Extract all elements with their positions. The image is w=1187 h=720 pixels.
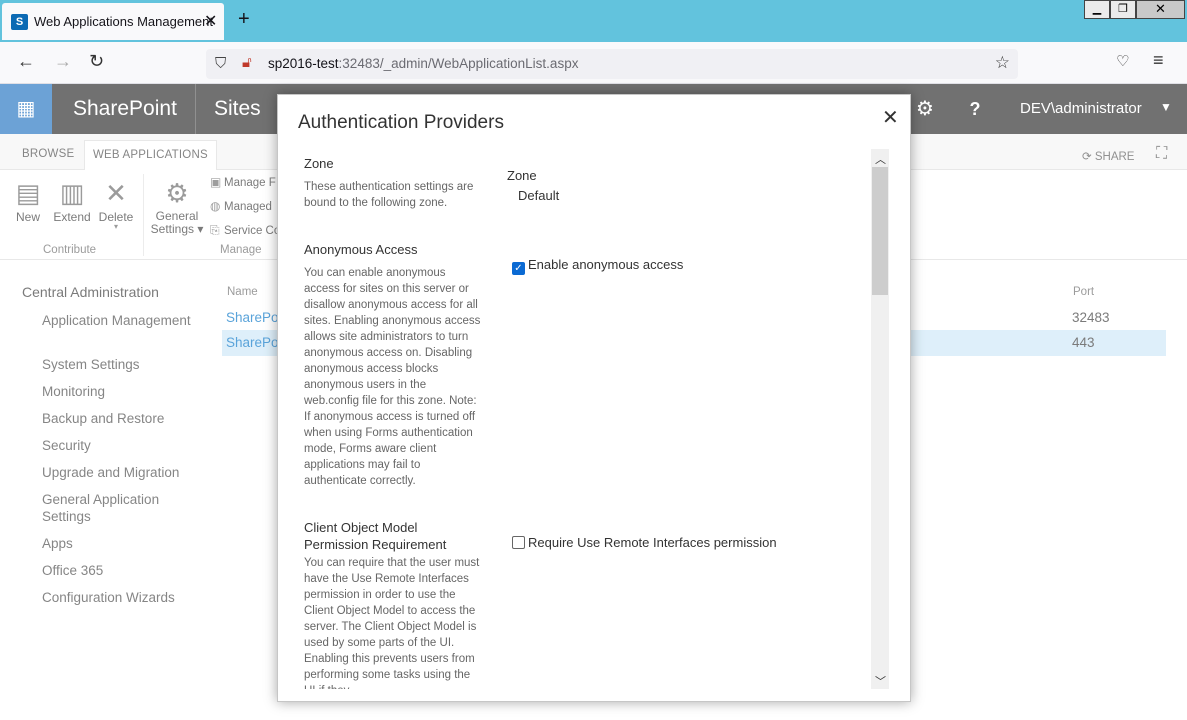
- insecure-lock-icon[interactable]: 🔓︎: [242, 54, 252, 71]
- window-controls: ▁ ❐ ✕: [1084, 0, 1187, 20]
- tab-close-icon[interactable]: ✕: [204, 11, 217, 31]
- hamburger-menu-icon[interactable]: ≡: [1153, 50, 1164, 71]
- tab-title: Web Applications Management: [34, 14, 213, 29]
- new-tab-icon[interactable]: +: [238, 8, 250, 31]
- window-close-button[interactable]: ✕: [1136, 0, 1185, 19]
- authentication-providers-dialog: Authentication Providers ✕ Zone These au…: [277, 94, 911, 702]
- require-remote-interfaces-label[interactable]: Require Use Remote Interfaces permission: [528, 535, 777, 550]
- require-remote-interfaces-checkbox[interactable]: [512, 536, 525, 549]
- dialog-close-icon[interactable]: ✕: [882, 105, 899, 130]
- url-text[interactable]: sp2016-test:32483/_admin/WebApplicationL…: [268, 56, 578, 71]
- reload-icon[interactable]: ↻: [89, 51, 104, 72]
- require-remote-interfaces-option[interactable]: Require Use Remote Interfaces permission: [512, 535, 777, 550]
- zone-section-title: Zone: [304, 156, 334, 171]
- enable-anonymous-label[interactable]: Enable anonymous access: [528, 257, 683, 272]
- url-host: sp2016-test: [268, 56, 339, 71]
- restore-button[interactable]: ❐: [1110, 0, 1136, 19]
- dialog-title: Authentication Providers: [298, 112, 504, 133]
- scroll-down-icon[interactable]: ﹀: [875, 673, 886, 689]
- scroll-up-icon[interactable]: ︿: [875, 151, 886, 167]
- anonymous-section-desc: You can enable anonymous access for site…: [304, 267, 481, 487]
- sharepoint-favicon-icon: S: [11, 14, 28, 30]
- enable-anonymous-access-option[interactable]: ✓ Enable anonymous access: [512, 257, 683, 275]
- browser-tab-strip: S Web Applications Management ✕ + ▁ ❐ ✕: [0, 0, 1187, 42]
- enable-anonymous-checkbox[interactable]: ✓: [512, 262, 525, 275]
- bookmark-star-icon[interactable]: ☆: [995, 53, 1010, 73]
- dialog-body: Zone These authentication settings are b…: [278, 149, 912, 689]
- pocket-icon[interactable]: ♡: [1116, 52, 1129, 70]
- browser-navbar: ← → ↻ ⛉ 🔓︎ sp2016-test:32483/_admin/WebA…: [0, 42, 1187, 84]
- back-icon[interactable]: ←: [17, 51, 35, 72]
- address-bar[interactable]: ⛉ 🔓︎ sp2016-test:32483/_admin/WebApplica…: [206, 49, 1018, 79]
- dialog-scrollbar[interactable]: ︿ ﹀: [871, 149, 889, 689]
- client-om-section-desc: You can require that the user must have …: [304, 557, 480, 689]
- forward-icon[interactable]: →: [54, 51, 72, 72]
- zone-field-label: Zone: [507, 168, 537, 183]
- tracking-shield-icon[interactable]: ⛉: [215, 55, 226, 72]
- browser-tab[interactable]: S Web Applications Management ✕: [2, 3, 224, 40]
- zone-section-desc: These authentication settings are bound …: [304, 181, 474, 209]
- client-om-section-title: Client Object Model Permission Requireme…: [304, 520, 447, 552]
- minimize-button[interactable]: ▁: [1084, 0, 1110, 19]
- anonymous-section-title: Anonymous Access: [304, 242, 418, 257]
- scrollbar-thumb[interactable]: [872, 167, 888, 295]
- url-path: :32483/_admin/WebApplicationList.aspx: [338, 56, 579, 71]
- zone-field-value: Default: [518, 188, 560, 203]
